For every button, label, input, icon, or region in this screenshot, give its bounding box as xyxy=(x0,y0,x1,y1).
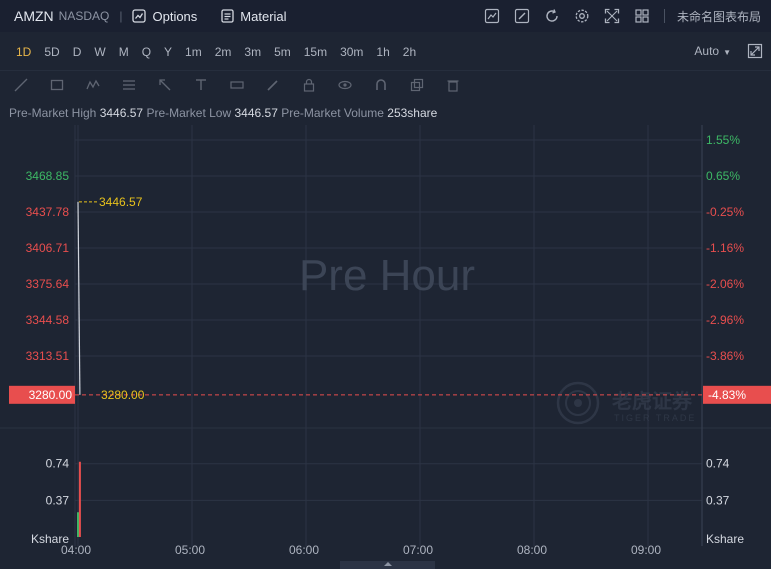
y-pct-tick-label: -2.06% xyxy=(706,277,744,291)
x-tick-label: 05:00 xyxy=(175,543,205,557)
x-tick-label: 07:00 xyxy=(403,543,433,557)
y-pct-tick-label: -2.96% xyxy=(706,313,744,327)
price-chart[interactable]: Pre Hour 老虎证券 TIGER TRADE 3468.85 3437.78… xyxy=(0,0,771,569)
y-tick-label: 3344.58 xyxy=(26,313,70,327)
brand-watermark: 老虎证券 TIGER TRADE xyxy=(556,381,696,425)
x-tick-label: 09:00 xyxy=(631,543,661,557)
current-price-marker: 3280.00 xyxy=(101,388,145,402)
y-pct-tick-label: 0.65% xyxy=(706,169,740,183)
y-tick-label: 3437.78 xyxy=(26,205,70,219)
y-tick-label: 3468.85 xyxy=(26,169,70,183)
current-price-left: 3280.00 xyxy=(29,388,73,402)
volume-tick-left: 0.37 xyxy=(46,493,70,507)
x-tick-label: 04:00 xyxy=(61,543,91,557)
y-pct-tick-label: -0.25% xyxy=(706,205,744,219)
volume-tick-right: 0.74 xyxy=(706,457,730,471)
high-marker-label: 3446.57 xyxy=(99,195,143,209)
volume-bar xyxy=(77,512,79,537)
volume-bar xyxy=(78,461,81,537)
tiger-logo-icon xyxy=(556,381,600,425)
y-tick-label: 3313.51 xyxy=(26,349,70,363)
x-tick-label: 06:00 xyxy=(289,543,319,557)
y-tick-label: 3375.64 xyxy=(26,277,70,291)
current-pct-right: -4.83% xyxy=(708,388,746,402)
y-pct-tick-label: 1.55% xyxy=(706,133,740,147)
brand-subtitle: TIGER TRADE xyxy=(614,413,696,423)
watermark-text: Pre Hour xyxy=(299,251,475,300)
volume-tick-right: 0.37 xyxy=(706,493,730,507)
y-tick-label: 3406.71 xyxy=(26,241,70,255)
y-pct-tick-label: -1.16% xyxy=(706,241,744,255)
volume-unit-right: Kshare xyxy=(706,532,744,546)
x-tick-label: 08:00 xyxy=(517,543,547,557)
brand-name: 老虎证券 xyxy=(612,389,693,413)
y-pct-tick-label: -3.86% xyxy=(706,349,744,363)
volume-tick-left: 0.74 xyxy=(46,457,70,471)
